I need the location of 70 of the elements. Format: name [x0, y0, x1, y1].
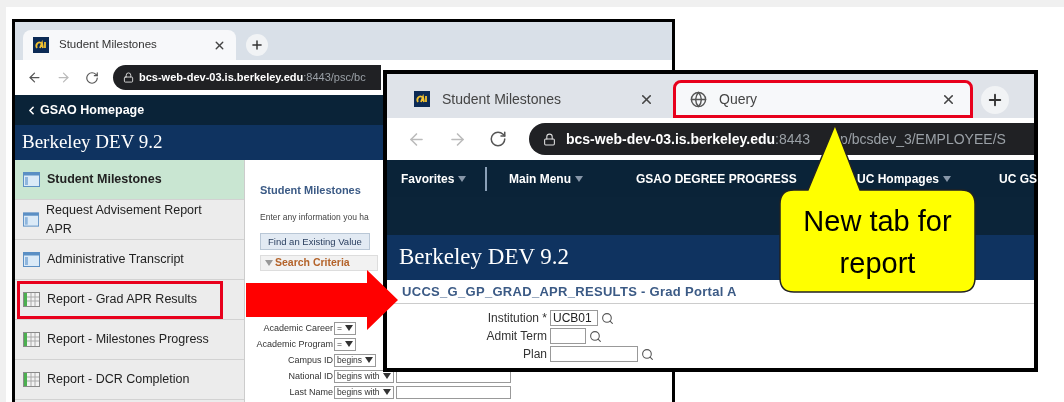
plus-icon: [250, 38, 264, 52]
browser-tab[interactable]: Student Milestones: [23, 30, 236, 60]
page-icon: [23, 212, 40, 227]
search-icon[interactable]: [641, 347, 654, 361]
lock-icon: [543, 132, 556, 146]
operator-select[interactable]: begins with: [334, 369, 394, 383]
field-label: Admit Term: [485, 328, 548, 345]
caret-icon: [575, 175, 583, 182]
input-field[interactable]: [395, 385, 511, 399]
section-header[interactable]: Search Criteria: [260, 255, 378, 272]
globe-icon: [690, 90, 707, 108]
address-bar[interactable]: bcs-web-dev-03.is.berkeley.edu:8443 p/bcsdev_3/EMPLOYEE/S: [529, 123, 1034, 155]
field-label: Academic Career: [262, 321, 333, 335]
menu-item[interactable]: Favorites: [401, 169, 467, 188]
sidebar-item[interactable]: Request Advisement Report APR: [15, 200, 244, 240]
field-label: Academic Program: [255, 337, 333, 351]
field-label: Plan: [521, 346, 548, 363]
brand-title: Berkeley DEV 9.2: [399, 243, 570, 272]
panel-title: Student Milestones: [260, 183, 361, 198]
sidebar-item[interactable]: Report - Milestones Progress: [15, 320, 244, 360]
browser-tab[interactable]: Query: [673, 80, 973, 118]
logo-icon: [414, 91, 430, 107]
reload-icon[interactable]: [85, 70, 99, 85]
logo-icon: [33, 37, 49, 53]
sidebar-item[interactable]: Report - DCR Completion: [15, 360, 244, 400]
search-icon[interactable]: [589, 329, 602, 343]
reload-icon[interactable]: [489, 130, 507, 148]
caret-icon: [943, 175, 951, 182]
back-icon[interactable]: [27, 70, 42, 85]
arrow-icon: [246, 270, 398, 330]
menu-item[interactable]: GSAO DEGREE PROGRESS: [636, 169, 797, 188]
operator-select[interactable]: =: [334, 337, 356, 351]
operator-select[interactable]: =: [334, 321, 356, 335]
operator-select[interactable]: begins: [334, 353, 377, 367]
plus-icon: [986, 91, 1004, 109]
page-icon: [23, 172, 40, 187]
report-icon: [23, 372, 40, 387]
input-field[interactable]: UCB01: [550, 310, 598, 326]
search-icon[interactable]: [601, 311, 614, 325]
url-text: p/bcsdev_3/EMPLOYEE/S: [840, 129, 1006, 149]
caret-icon: [265, 260, 273, 267]
panel-hint: Enter any information you ha: [260, 210, 369, 224]
menu-item[interactable]: UC Hompages: [857, 169, 951, 188]
callout-text: New tab for report: [802, 204, 953, 281]
page-icon: [23, 252, 40, 267]
page-title: UCCS_G_GP_GRAD_APR_RESULTS - Grad Portal A: [402, 282, 737, 301]
brand-title: Berkeley DEV 9.2: [22, 130, 163, 155]
caret-icon: [458, 175, 467, 182]
menu-item[interactable]: UC GS: [999, 169, 1037, 188]
new-tab-button[interactable]: [981, 86, 1009, 114]
new-tab-button[interactable]: [246, 34, 268, 56]
report-icon: [23, 332, 40, 347]
find-tab[interactable]: Find an Existing Value: [260, 233, 370, 251]
address-bar[interactable]: bcs-web-dev-03.is.berkeley.edu:8443/psc/bc: [113, 65, 381, 90]
url-text: bcs-web-dev-03.is.berkeley.edu:8443/psc/bc: [139, 70, 366, 86]
field-label: Last Name: [288, 385, 333, 399]
input-field[interactable]: [550, 328, 586, 344]
sidebar-item[interactable]: Student Milestones: [15, 160, 244, 200]
field-label: Institution *: [486, 310, 548, 327]
url-text: :8443: [775, 129, 811, 149]
operator-select[interactable]: begins with: [334, 385, 394, 399]
field-label: Campus ID: [287, 353, 333, 367]
field-label: National ID: [287, 369, 333, 383]
input-field[interactable]: [550, 346, 638, 362]
sidebar-item[interactable]: Administrative Transcript: [15, 240, 244, 280]
homepage-link[interactable]: GSAO Homepage: [25, 100, 145, 120]
menu-item[interactable]: Main Menu: [509, 169, 583, 188]
report-icon: [23, 292, 40, 307]
url-text: bcs-web-dev-03.is.berkeley.edu: [566, 129, 776, 149]
lock-icon: [123, 72, 134, 83]
